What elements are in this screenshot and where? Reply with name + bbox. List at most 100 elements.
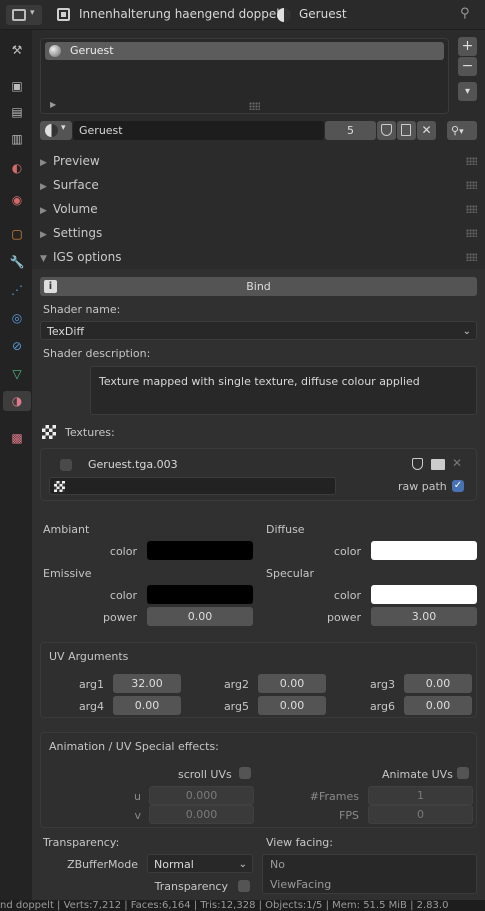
v-field[interactable]: 0.000 xyxy=(149,805,254,824)
raw-path-label: raw path xyxy=(398,480,447,493)
specular-label: Specular xyxy=(266,567,315,580)
panel-igs-label: IGS options xyxy=(53,250,122,264)
particles-tab-icon[interactable]: ⋰ xyxy=(7,280,27,300)
list-item-label: Geruest xyxy=(70,44,114,57)
specular-power-label: power xyxy=(327,611,361,624)
expand-arrow-icon: ▶ xyxy=(40,230,47,240)
duplicate-material-button[interactable] xyxy=(397,121,416,140)
panel-settings[interactable]: ▶ Settings xyxy=(40,222,102,244)
shield-icon[interactable] xyxy=(412,458,423,470)
diffuse-color-label: color xyxy=(333,545,361,558)
u-field[interactable]: 0.000 xyxy=(149,786,254,805)
arg2-label: arg2 xyxy=(223,678,249,691)
node-icon: ⚲ xyxy=(451,124,460,137)
ambiant-label: Ambiant xyxy=(43,523,90,536)
modifier-tab-icon[interactable]: 🔧 xyxy=(7,252,27,272)
material-tab-icon[interactable]: ◑ xyxy=(3,391,31,411)
arg1-field[interactable]: 32.00 xyxy=(113,674,181,693)
object-tab-icon[interactable]: ▢ xyxy=(7,224,27,244)
pin-icon[interactable]: ⚲ xyxy=(460,6,470,21)
list-item[interactable]: Geruest xyxy=(45,42,444,60)
arg4-field[interactable]: 0.00 xyxy=(113,696,181,715)
panel-preview[interactable]: ▶ Preview xyxy=(40,150,100,172)
chevron-down-icon: ⌄ xyxy=(238,859,247,870)
panel-drag-grip-icon[interactable] xyxy=(466,229,477,237)
object-name: Innenhalterung haengend doppelt xyxy=(79,7,285,21)
close-icon[interactable]: ✕ xyxy=(452,456,462,470)
expand-arrow-icon: ▶ xyxy=(40,158,47,168)
view-facing-option-no[interactable]: No xyxy=(270,858,285,871)
transparency-checkbox[interactable] xyxy=(238,880,250,892)
node-tree-button[interactable]: ⚲▾ xyxy=(447,121,477,140)
diffuse-color-swatch[interactable] xyxy=(371,541,477,560)
arg3-field[interactable]: 0.00 xyxy=(404,674,472,693)
ambiant-color-swatch[interactable] xyxy=(147,541,253,560)
panel-surface[interactable]: ▶ Surface xyxy=(40,174,99,196)
material-user-count[interactable]: 5 xyxy=(325,121,376,140)
panel-drag-grip-icon[interactable] xyxy=(466,181,477,189)
tool-tab-icon[interactable]: ⚒ xyxy=(7,40,27,60)
animate-uvs-label: Animate UVs xyxy=(382,768,453,781)
texture-tab-icon[interactable]: ▩ xyxy=(7,428,27,448)
texture-box: Geruest.tga.003 ✕ raw path ✓ xyxy=(40,448,477,501)
raw-path-checkbox[interactable]: ✓ xyxy=(452,480,464,492)
material-browse-button[interactable]: ▾ xyxy=(40,121,72,140)
render-tab-icon[interactable]: ▣ xyxy=(7,76,27,96)
world-tab-icon[interactable]: ◉ xyxy=(7,190,27,210)
frames-field[interactable]: 1 xyxy=(368,786,473,805)
panel-settings-label: Settings xyxy=(53,226,103,240)
panel-volume[interactable]: ▶ Volume xyxy=(40,198,98,220)
arg2-field[interactable]: 0.00 xyxy=(258,674,326,693)
u-label: u xyxy=(134,790,141,803)
specular-color-swatch[interactable] xyxy=(371,585,477,604)
zbuffer-mode-select[interactable]: Normal ⌄ xyxy=(147,854,253,873)
object-icon xyxy=(57,8,70,21)
chevron-down-icon: ▾ xyxy=(30,8,35,18)
view-facing-list[interactable]: No ViewFacing xyxy=(262,854,477,894)
uv-arguments-title: UV Arguments xyxy=(49,650,129,663)
material-sphere-icon xyxy=(45,124,58,137)
scene-tab-icon[interactable]: ◐ xyxy=(7,158,27,178)
shader-name-select[interactable]: TexDiff ⌄ xyxy=(40,321,477,340)
data-tab-icon[interactable]: ▽ xyxy=(7,364,27,384)
texture-enable-checkbox[interactable] xyxy=(60,459,72,471)
add-slot-button[interactable]: + xyxy=(458,37,477,56)
panel-drag-grip-icon[interactable] xyxy=(466,253,477,261)
arg5-field[interactable]: 0.00 xyxy=(258,696,326,715)
resize-grip-icon[interactable] xyxy=(249,102,260,110)
remove-slot-button[interactable]: − xyxy=(458,57,477,76)
view-layer-tab-icon[interactable]: ▥ xyxy=(7,129,27,149)
material-slot-list[interactable]: Geruest ▶ xyxy=(40,38,449,114)
panel-drag-grip-icon[interactable] xyxy=(466,205,477,213)
material-sphere-icon xyxy=(277,8,291,22)
panel-drag-grip-icon[interactable] xyxy=(466,157,477,165)
physics-tab-icon[interactable]: ◎ xyxy=(7,308,27,328)
texture-path-input[interactable] xyxy=(49,477,336,495)
view-facing-option-viewfacing[interactable]: ViewFacing xyxy=(270,878,331,891)
arg6-field[interactable]: 0.00 xyxy=(404,696,472,715)
folder-icon[interactable] xyxy=(431,459,445,470)
scroll-uvs-checkbox[interactable] xyxy=(239,767,251,779)
unlink-material-button[interactable]: ✕ xyxy=(417,121,436,140)
shader-description-field[interactable]: Texture mapped with single texture, diff… xyxy=(90,366,477,415)
emissive-power-field[interactable]: 0.00 xyxy=(147,607,253,626)
fps-label: FPS xyxy=(339,809,359,822)
material-name-field[interactable]: Geruest xyxy=(73,121,324,140)
chevron-down-icon: ▾ xyxy=(61,123,66,133)
emissive-color-swatch[interactable] xyxy=(147,585,253,604)
animate-uvs-checkbox[interactable] xyxy=(457,767,469,779)
panel-igs-options[interactable]: ▼ IGS options xyxy=(40,246,121,268)
scroll-uvs-label: scroll UVs xyxy=(178,768,232,781)
editor-type-menu[interactable]: ▾ xyxy=(6,5,42,25)
specular-power-field[interactable]: 3.00 xyxy=(371,607,477,626)
output-tab-icon[interactable]: ▤ xyxy=(7,102,27,122)
fps-field[interactable]: 0 xyxy=(368,805,473,824)
bind-button[interactable]: i Bind xyxy=(40,277,477,296)
fake-user-button[interactable] xyxy=(377,121,396,140)
diffuse-label: Diffuse xyxy=(266,523,305,536)
constraints-tab-icon[interactable]: ⊘ xyxy=(7,336,27,356)
slot-specials-button[interactable]: ▾ xyxy=(458,82,477,101)
v-label: v xyxy=(134,809,141,822)
panel-volume-label: Volume xyxy=(53,202,98,216)
expand-arrow-icon[interactable]: ▶ xyxy=(50,100,56,109)
